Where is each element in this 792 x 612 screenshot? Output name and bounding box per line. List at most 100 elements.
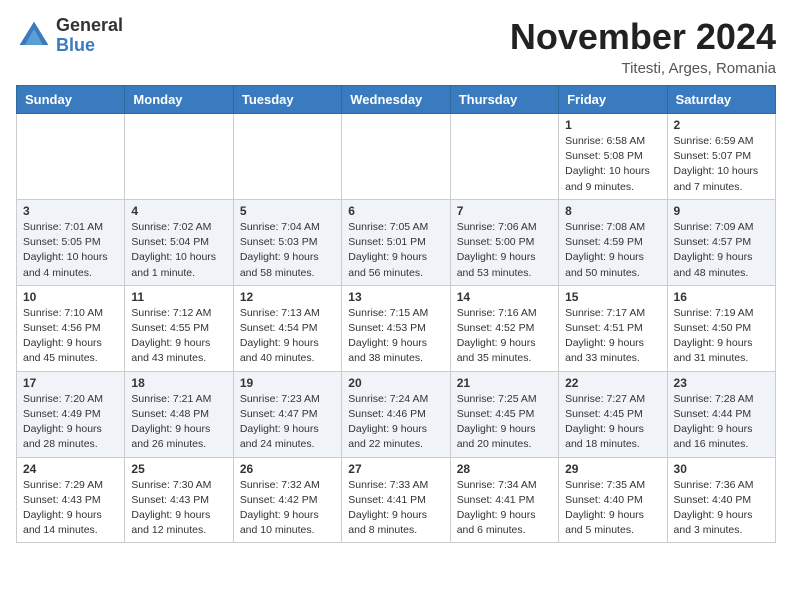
logo-line2: Blue [56, 36, 123, 56]
day-info: Sunrise: 7:12 AM Sunset: 4:55 PM Dayligh… [131, 306, 226, 367]
weekday-header-monday: Monday [125, 86, 233, 114]
day-number: 12 [240, 290, 335, 304]
calendar-cell: 12 Sunrise: 7:13 AM Sunset: 4:54 PM Dayli… [233, 285, 341, 371]
day-info: Sunrise: 7:23 AM Sunset: 4:47 PM Dayligh… [240, 392, 335, 453]
day-number: 1 [565, 118, 660, 132]
day-info: Sunrise: 6:58 AM Sunset: 5:08 PM Dayligh… [565, 134, 660, 195]
weekday-header-tuesday: Tuesday [233, 86, 341, 114]
weekday-header-saturday: Saturday [667, 86, 775, 114]
calendar-cell [17, 114, 125, 200]
day-number: 18 [131, 376, 226, 390]
calendar-cell: 3 Sunrise: 7:01 AM Sunset: 5:05 PM Daylig… [17, 199, 125, 285]
calendar-cell: 29Sunrise: 7:35 AM Sunset: 4:40 PM Dayli… [559, 457, 667, 543]
day-number: 15 [565, 290, 660, 304]
calendar-cell [450, 114, 558, 200]
calendar-cell: 8Sunrise: 7:08 AM Sunset: 4:59 PM Daylig… [559, 199, 667, 285]
calendar-cell [233, 114, 341, 200]
month-title: November 2024 [510, 16, 776, 58]
calendar-week-1: 3 Sunrise: 7:01 AM Sunset: 5:05 PM Daylig… [17, 199, 776, 285]
day-number: 11 [131, 290, 226, 304]
day-info: Sunrise: 7:28 AM Sunset: 4:44 PM Dayligh… [674, 392, 769, 453]
day-number: 22 [565, 376, 660, 390]
weekday-header-thursday: Thursday [450, 86, 558, 114]
day-info: Sunrise: 7:29 AM Sunset: 4:43 PM Dayligh… [23, 478, 118, 539]
day-info: Sunrise: 7:32 AM Sunset: 4:42 PM Dayligh… [240, 478, 335, 539]
calendar-cell: 24 Sunrise: 7:29 AM Sunset: 4:43 PM Dayli… [17, 457, 125, 543]
page-header: General Blue November 2024 Titesti, Arge… [16, 16, 776, 77]
calendar-cell: 9Sunrise: 7:09 AM Sunset: 4:57 PM Daylig… [667, 199, 775, 285]
day-info: Sunrise: 7:15 AM Sunset: 4:53 PM Dayligh… [348, 306, 443, 367]
day-number: 4 [131, 204, 226, 218]
calendar-cell: 4 Sunrise: 7:02 AM Sunset: 5:04 PM Daylig… [125, 199, 233, 285]
logo-line1: General [56, 16, 123, 36]
logo: General Blue [16, 16, 123, 56]
day-number: 30 [674, 462, 769, 476]
day-number: 5 [240, 204, 335, 218]
day-info: Sunrise: 7:36 AM Sunset: 4:40 PM Dayligh… [674, 478, 769, 539]
weekday-header-sunday: Sunday [17, 86, 125, 114]
calendar-table: SundayMondayTuesdayWednesdayThursdayFrid… [16, 85, 776, 543]
day-number: 16 [674, 290, 769, 304]
day-number: 23 [674, 376, 769, 390]
day-number: 7 [457, 204, 552, 218]
calendar-cell: 16 Sunrise: 7:19 AM Sunset: 4:50 PM Dayli… [667, 285, 775, 371]
calendar-cell: 28Sunrise: 7:34 AM Sunset: 4:41 PM Dayli… [450, 457, 558, 543]
calendar-cell: 10 Sunrise: 7:10 AM Sunset: 4:56 PM Dayli… [17, 285, 125, 371]
calendar-cell: 18 Sunrise: 7:21 AM Sunset: 4:48 PM Dayli… [125, 371, 233, 457]
calendar-cell: 6Sunrise: 7:05 AM Sunset: 5:01 PM Daylig… [342, 199, 450, 285]
calendar-cell [342, 114, 450, 200]
calendar-cell: 27Sunrise: 7:33 AM Sunset: 4:41 PM Dayli… [342, 457, 450, 543]
day-info: Sunrise: 7:08 AM Sunset: 4:59 PM Dayligh… [565, 220, 660, 281]
day-number: 29 [565, 462, 660, 476]
day-info: Sunrise: 7:27 AM Sunset: 4:45 PM Dayligh… [565, 392, 660, 453]
day-number: 26 [240, 462, 335, 476]
weekday-header-friday: Friday [559, 86, 667, 114]
calendar-cell: 13 Sunrise: 7:15 AM Sunset: 4:53 PM Dayli… [342, 285, 450, 371]
day-number: 13 [348, 290, 443, 304]
day-info: Sunrise: 7:06 AM Sunset: 5:00 PM Dayligh… [457, 220, 552, 281]
day-number: 19 [240, 376, 335, 390]
calendar-cell: 15 Sunrise: 7:17 AM Sunset: 4:51 PM Dayli… [559, 285, 667, 371]
calendar-week-3: 17Sunrise: 7:20 AM Sunset: 4:49 PM Dayli… [17, 371, 776, 457]
day-number: 28 [457, 462, 552, 476]
day-info: Sunrise: 7:10 AM Sunset: 4:56 PM Dayligh… [23, 306, 118, 367]
day-info: Sunrise: 7:24 AM Sunset: 4:46 PM Dayligh… [348, 392, 443, 453]
day-number: 3 [23, 204, 118, 218]
calendar-cell: 20 Sunrise: 7:24 AM Sunset: 4:46 PM Dayli… [342, 371, 450, 457]
day-number: 14 [457, 290, 552, 304]
day-number: 2 [674, 118, 769, 132]
day-info: Sunrise: 7:04 AM Sunset: 5:03 PM Dayligh… [240, 220, 335, 281]
day-info: Sunrise: 7:17 AM Sunset: 4:51 PM Dayligh… [565, 306, 660, 367]
calendar-cell: 23 Sunrise: 7:28 AM Sunset: 4:44 PM Dayli… [667, 371, 775, 457]
day-info: Sunrise: 7:02 AM Sunset: 5:04 PM Dayligh… [131, 220, 226, 281]
location: Titesti, Arges, Romania [510, 60, 776, 77]
logo-icon [16, 18, 52, 54]
day-info: Sunrise: 7:30 AM Sunset: 4:43 PM Dayligh… [131, 478, 226, 539]
calendar-cell: 14 Sunrise: 7:16 AM Sunset: 4:52 PM Dayli… [450, 285, 558, 371]
day-info: Sunrise: 7:25 AM Sunset: 4:45 PM Dayligh… [457, 392, 552, 453]
day-number: 20 [348, 376, 443, 390]
logo-text: General Blue [56, 16, 123, 56]
calendar-cell [125, 114, 233, 200]
day-number: 10 [23, 290, 118, 304]
day-info: Sunrise: 7:13 AM Sunset: 4:54 PM Dayligh… [240, 306, 335, 367]
day-info: Sunrise: 7:01 AM Sunset: 5:05 PM Dayligh… [23, 220, 118, 281]
day-info: Sunrise: 7:21 AM Sunset: 4:48 PM Dayligh… [131, 392, 226, 453]
day-number: 27 [348, 462, 443, 476]
day-info: Sunrise: 7:16 AM Sunset: 4:52 PM Dayligh… [457, 306, 552, 367]
calendar-cell: 2 Sunrise: 6:59 AM Sunset: 5:07 PM Daylig… [667, 114, 775, 200]
calendar-cell: 5 Sunrise: 7:04 AM Sunset: 5:03 PM Daylig… [233, 199, 341, 285]
calendar-week-0: 1 Sunrise: 6:58 AM Sunset: 5:08 PM Daylig… [17, 114, 776, 200]
title-block: November 2024 Titesti, Arges, Romania [510, 16, 776, 77]
day-info: Sunrise: 7:05 AM Sunset: 5:01 PM Dayligh… [348, 220, 443, 281]
day-number: 25 [131, 462, 226, 476]
day-number: 21 [457, 376, 552, 390]
day-info: Sunrise: 6:59 AM Sunset: 5:07 PM Dayligh… [674, 134, 769, 195]
day-info: Sunrise: 7:19 AM Sunset: 4:50 PM Dayligh… [674, 306, 769, 367]
weekday-header-wednesday: Wednesday [342, 86, 450, 114]
calendar-cell: 22 Sunrise: 7:27 AM Sunset: 4:45 PM Dayli… [559, 371, 667, 457]
calendar-cell: 1 Sunrise: 6:58 AM Sunset: 5:08 PM Daylig… [559, 114, 667, 200]
calendar-cell: 25 Sunrise: 7:30 AM Sunset: 4:43 PM Dayli… [125, 457, 233, 543]
calendar-cell: 26 Sunrise: 7:32 AM Sunset: 4:42 PM Dayli… [233, 457, 341, 543]
day-number: 24 [23, 462, 118, 476]
